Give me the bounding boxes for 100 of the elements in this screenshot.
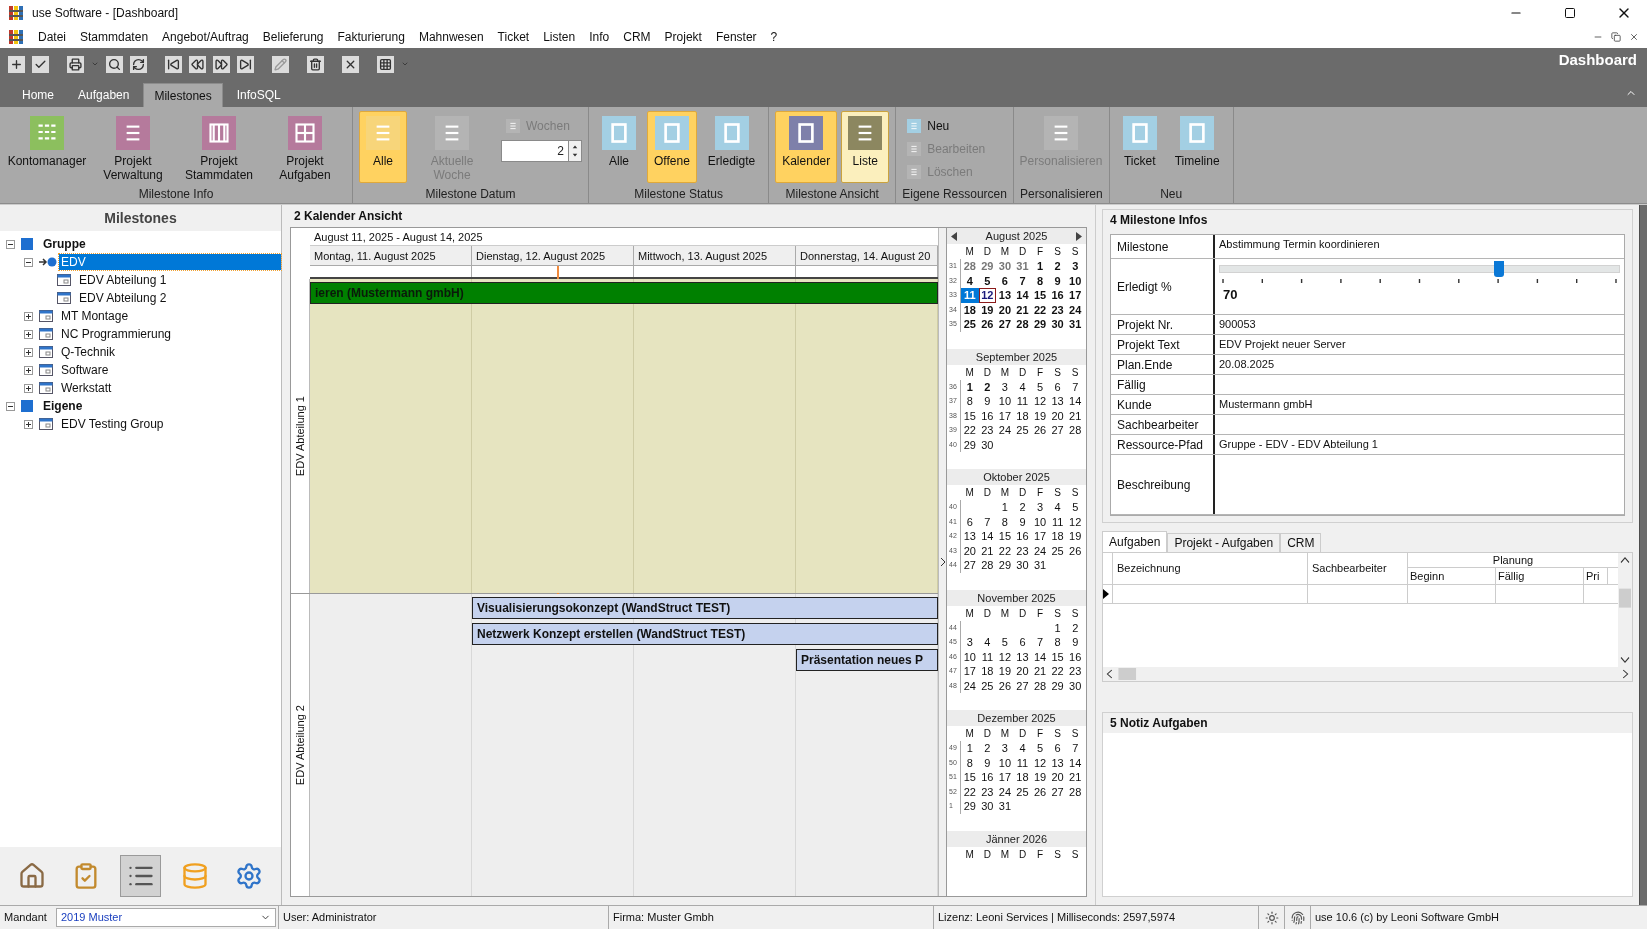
ribbon-button[interactable]: Projekt Verwaltung: [92, 111, 174, 183]
calendar-day[interactable]: 10: [1066, 273, 1084, 288]
calendar-day[interactable]: 14: [1031, 649, 1049, 664]
calendar-day[interactable]: 23: [1048, 302, 1067, 317]
calendar-day[interactable]: 3: [961, 635, 979, 650]
calendar-day[interactable]: 11: [1013, 755, 1032, 770]
calendar-day[interactable]: 29: [996, 558, 1014, 573]
menu-item[interactable]: Fakturierung: [337, 28, 405, 46]
calendar-day[interactable]: 25: [1013, 423, 1032, 438]
calendar-day[interactable]: 26: [1066, 543, 1084, 558]
collapse-icon[interactable]: [24, 257, 33, 267]
event-bar[interactable]: Visualisierungsokonzept (WandStruct TEST): [472, 597, 938, 620]
calendar-day[interactable]: 25: [1048, 543, 1067, 558]
ribbon-button[interactable]: Offene: [647, 111, 697, 183]
grid-icon[interactable]: [377, 55, 394, 73]
calendar-day[interactable]: 28: [1013, 317, 1032, 332]
tree-item[interactable]: Werkstatt: [59, 380, 114, 396]
event-bar[interactable]: Netzwerk Konzept erstellen (WandStruct TEST): [472, 623, 938, 646]
calendar-day[interactable]: 19: [978, 302, 997, 317]
expand-icon[interactable]: [24, 347, 33, 357]
column-header[interactable]: Sachbearbeiter: [1308, 553, 1408, 584]
calendar-day[interactable]: 30: [1048, 317, 1067, 332]
calendar-day[interactable]: 28: [1031, 678, 1049, 693]
menu-item[interactable]: Fenster: [715, 28, 757, 46]
calendar-day[interactable]: 24: [961, 678, 979, 693]
calendar-day[interactable]: 30: [978, 437, 997, 452]
tree-item[interactable]: Eigene: [41, 398, 85, 414]
calendar-day[interactable]: 7: [1066, 379, 1084, 394]
ribbon-tab[interactable]: Home: [12, 83, 64, 107]
calendar-day[interactable]: 24: [1031, 543, 1049, 558]
calendar-day[interactable]: 18: [978, 664, 997, 679]
calendar-day[interactable]: 6: [996, 273, 1014, 288]
calendar-day[interactable]: 12: [1031, 755, 1049, 770]
calendar-day[interactable]: 6: [961, 514, 979, 529]
calendar-day[interactable]: 6: [1013, 635, 1032, 650]
ribbon-small-button[interactable]: Neu: [902, 115, 991, 136]
calendar-day[interactable]: 1: [961, 379, 979, 394]
calendar-day[interactable]: 2: [1048, 259, 1067, 274]
calendar-day[interactable]: 30: [978, 799, 997, 814]
calendar-day[interactable]: 9: [1066, 635, 1084, 650]
tree-item[interactable]: EDV Testing Group: [59, 416, 166, 432]
calendar-day[interactable]: 26: [1031, 784, 1049, 799]
calendar-day[interactable]: 24: [996, 784, 1014, 799]
calendar-day[interactable]: 4: [1013, 741, 1032, 756]
calendar-day[interactable]: 2: [978, 741, 997, 756]
calendar-day[interactable]: 25: [961, 317, 979, 332]
trash-icon[interactable]: [307, 55, 324, 73]
calendar-day[interactable]: 13: [1048, 394, 1067, 409]
calendar-day[interactable]: 3: [996, 379, 1014, 394]
next-month-icon[interactable]: [1076, 231, 1082, 241]
column-header[interactable]: Fällig: [1496, 568, 1584, 584]
calendar-day[interactable]: 2: [1066, 620, 1084, 635]
calendar-day[interactable]: 12: [1066, 514, 1084, 529]
calendar-day[interactable]: 28: [1066, 784, 1084, 799]
calendar-day[interactable]: 26: [978, 317, 997, 332]
calendar-day[interactable]: 21: [1013, 302, 1032, 317]
calendar-day[interactable]: 25: [978, 678, 997, 693]
calendar-day[interactable]: 7: [1066, 741, 1084, 756]
calendar-day[interactable]: 1: [1048, 620, 1067, 635]
calendar-day[interactable]: 28: [961, 259, 979, 274]
calendar-day[interactable]: 17: [996, 408, 1014, 423]
menu-item[interactable]: Stammdaten: [80, 28, 149, 46]
calendar-day[interactable]: 5: [1031, 379, 1049, 394]
calendar-day[interactable]: 14: [978, 529, 997, 544]
calendar-day[interactable]: 27: [1013, 678, 1032, 693]
calendar-day[interactable]: 14: [1013, 288, 1032, 303]
calendar-day[interactable]: 30: [996, 259, 1014, 274]
ribbon-button[interactable]: Ticket: [1115, 111, 1164, 183]
calendar-day[interactable]: 30: [1066, 678, 1084, 693]
calendar-day[interactable]: 16: [1013, 529, 1032, 544]
menu-item[interactable]: Datei: [38, 28, 66, 46]
calendar-day[interactable]: 2: [978, 379, 997, 394]
calendar-day[interactable]: 12: [996, 649, 1014, 664]
ribbon-button[interactable]: Alle: [595, 111, 643, 183]
calendar-day[interactable]: 8: [1031, 273, 1049, 288]
calendar-day[interactable]: 7: [978, 514, 997, 529]
calendar-day[interactable]: 5: [1066, 500, 1084, 515]
calendar-day[interactable]: 6: [1048, 741, 1067, 756]
expand-icon[interactable]: [24, 383, 33, 393]
calendar-day[interactable]: 29: [1031, 317, 1049, 332]
calendar-day[interactable]: 10: [1031, 514, 1049, 529]
calendar-day[interactable]: 31: [1013, 259, 1032, 274]
close-icon[interactable]: [342, 55, 359, 73]
menu-item[interactable]: CRM: [623, 28, 651, 46]
calendar-day[interactable]: 18: [1013, 408, 1032, 423]
calendar-day[interactable]: 11: [978, 649, 997, 664]
ribbon-button[interactable]: Erledigte: [700, 111, 763, 183]
sun-icon[interactable]: [1264, 910, 1279, 925]
calendar-day[interactable]: 23: [978, 423, 997, 438]
calendar-day[interactable]: 27: [961, 558, 979, 573]
calendar-day[interactable]: 15: [961, 770, 979, 785]
calendar-day[interactable]: 5: [996, 635, 1014, 650]
calendar-day[interactable]: 25: [1013, 784, 1032, 799]
calendar-day[interactable]: 16: [1066, 649, 1084, 664]
event-bar[interactable]: Präsentation neues P: [796, 649, 938, 672]
calendar-day[interactable]: 21: [1031, 664, 1049, 679]
menu-item[interactable]: Projekt: [664, 28, 702, 46]
calendar-day[interactable]: 8: [1048, 635, 1067, 650]
calendar-day[interactable]: 16: [1048, 288, 1067, 303]
ribbon-tab[interactable]: InfoSQL: [226, 83, 291, 107]
